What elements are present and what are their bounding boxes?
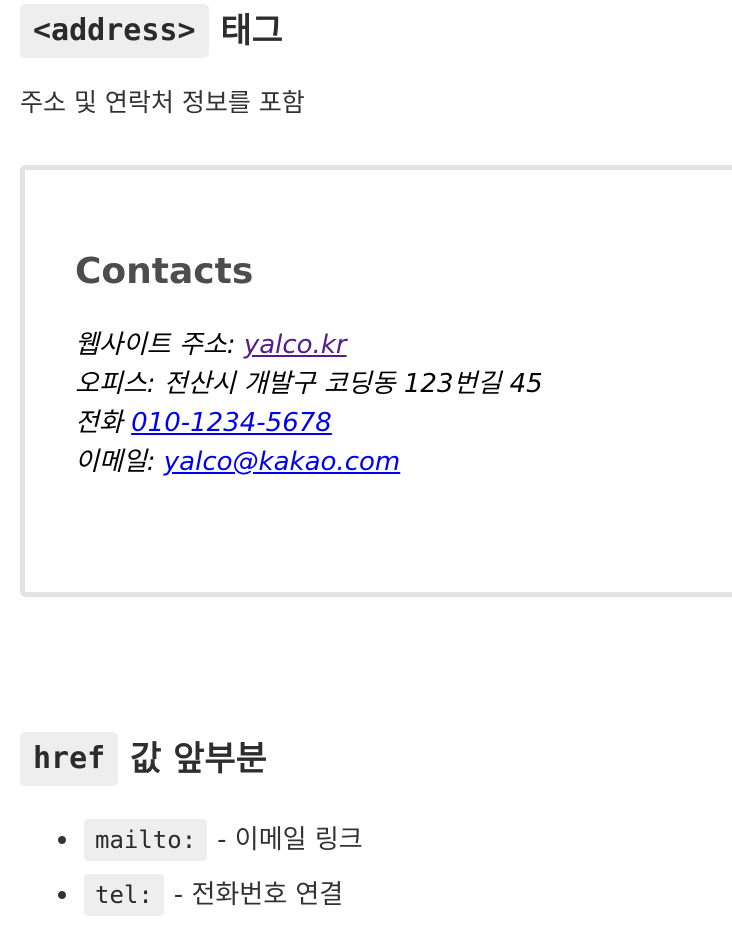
bullet-icon (58, 890, 66, 899)
list-item: mailto: - 이메일 링크 (0, 812, 363, 867)
contacts-heading: Contacts (75, 251, 254, 292)
href-prefix-list: mailto: - 이메일 링크 tel: - 전화번호 연결 (0, 812, 363, 922)
mailto-desc: - 이메일 링크 (217, 824, 363, 855)
bullet-icon (58, 835, 66, 844)
phone-link[interactable]: 010-1234-5678 (131, 408, 332, 438)
href-prefix-heading: href 값 앞부분 (20, 732, 267, 786)
email-link[interactable]: yalco@kakao.com (164, 447, 400, 477)
email-label: 이메일: (75, 447, 164, 477)
website-line: 웹사이트 주소: yalco.kr (75, 326, 543, 365)
address-tag-heading: <address> 태그 (20, 4, 283, 58)
tel-desc: - 전화번호 연결 (173, 879, 344, 910)
list-item: tel: - 전화번호 연결 (0, 867, 363, 922)
office-line: 오피스: 전산시 개발구 코딩동 123번길 45 (75, 369, 543, 399)
heading-suffix-2: 값 앞부분 (130, 739, 268, 779)
href-code: href (20, 732, 119, 786)
address-tag-code: <address> (20, 4, 209, 58)
website-label: 웹사이트 주소: (75, 330, 244, 360)
contact-address-block: 웹사이트 주소: yalco.kr 오피스: 전산시 개발구 코딩동 123번길… (75, 326, 543, 482)
phone-line: 전화 010-1234-5678 (75, 404, 543, 443)
email-line: 이메일: yalco@kakao.com (75, 443, 543, 482)
website-link[interactable]: yalco.kr (244, 330, 347, 360)
phone-label: 전화 (75, 408, 132, 438)
demo-preview-frame: Contacts 웹사이트 주소: yalco.kr 오피스: 전산시 개발구 … (20, 165, 732, 597)
tel-code: tel: (84, 873, 164, 916)
intro-text: 주소 및 연락처 정보를 포함 (20, 88, 305, 117)
mailto-code: mailto: (84, 818, 208, 861)
heading-suffix: 태그 (220, 11, 284, 51)
